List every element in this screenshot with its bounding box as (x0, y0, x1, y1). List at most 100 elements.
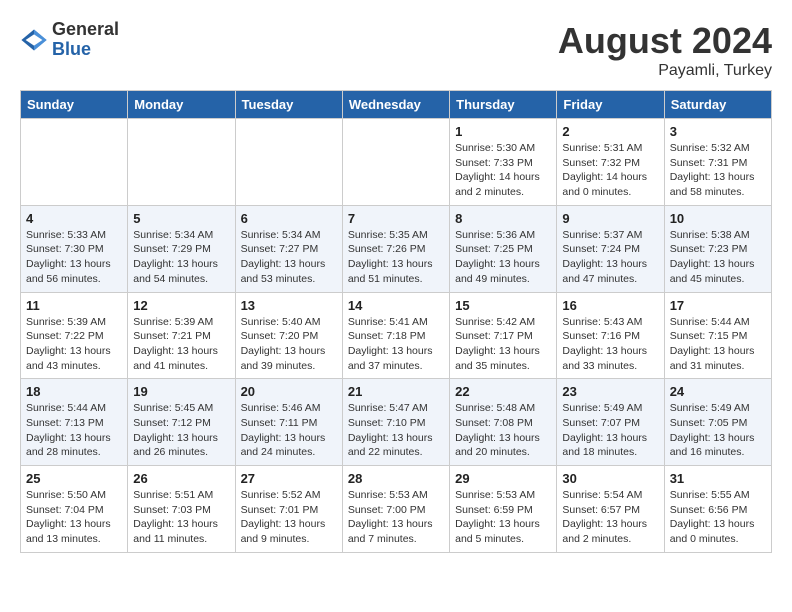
day-info: Sunrise: 5:34 AM Sunset: 7:27 PM Dayligh… (241, 228, 337, 287)
day-info: Sunrise: 5:39 AM Sunset: 7:22 PM Dayligh… (26, 315, 122, 374)
day-info: Sunrise: 5:33 AM Sunset: 7:30 PM Dayligh… (26, 228, 122, 287)
calendar-cell: 5Sunrise: 5:34 AM Sunset: 7:29 PM Daylig… (128, 205, 235, 292)
day-number: 14 (348, 298, 444, 313)
month-year: August 2024 (558, 20, 772, 62)
day-info: Sunrise: 5:48 AM Sunset: 7:08 PM Dayligh… (455, 401, 551, 460)
day-number: 8 (455, 211, 551, 226)
day-info: Sunrise: 5:44 AM Sunset: 7:13 PM Dayligh… (26, 401, 122, 460)
page-header: General Blue August 2024 Payamli, Turkey (20, 20, 772, 80)
calendar-table: SundayMondayTuesdayWednesdayThursdayFrid… (20, 90, 772, 553)
day-number: 17 (670, 298, 766, 313)
day-number: 11 (26, 298, 122, 313)
calendar-cell: 2 Sunrise: 5:31 AM Sunset: 7:32 PM Daylig… (557, 119, 664, 206)
calendar-cell: 7 Sunrise: 5:35 AM Sunset: 7:26 PM Daylig… (342, 205, 449, 292)
day-number: 2 (562, 124, 658, 139)
calendar-cell: 14Sunrise: 5:41 AM Sunset: 7:18 PM Dayli… (342, 292, 449, 379)
calendar-cell (128, 119, 235, 206)
day-number: 21 (348, 384, 444, 399)
day-number: 9 (562, 211, 658, 226)
calendar-cell: 10 Sunrise: 5:38 AM Sunset: 7:23 PM Dayli… (664, 205, 771, 292)
calendar-cell: 20 Sunrise: 5:46 AM Sunset: 7:11 PM Dayli… (235, 379, 342, 466)
day-number: 23 (562, 384, 658, 399)
calendar-week-row: 11 Sunrise: 5:39 AM Sunset: 7:22 PM Dayli… (21, 292, 772, 379)
weekday-header: Saturday (664, 91, 771, 119)
day-info: Sunrise: 5:44 AM Sunset: 7:15 PM Dayligh… (670, 315, 766, 374)
day-number: 10 (670, 211, 766, 226)
day-number: 15 (455, 298, 551, 313)
calendar-cell: 25 Sunrise: 5:50 AM Sunset: 7:04 PM Dayli… (21, 466, 128, 553)
day-info: Sunrise: 5:45 AM Sunset: 7:12 PM Dayligh… (133, 401, 229, 460)
day-number: 1 (455, 124, 551, 139)
calendar-cell (342, 119, 449, 206)
day-info: Sunrise: 5:30 AM Sunset: 7:33 PM Dayligh… (455, 141, 551, 200)
logo: General Blue (20, 20, 119, 60)
logo-blue: Blue (52, 40, 119, 60)
day-number: 5 (133, 211, 229, 226)
weekday-header-row: SundayMondayTuesdayWednesdayThursdayFrid… (21, 91, 772, 119)
day-info: Sunrise: 5:46 AM Sunset: 7:11 PM Dayligh… (241, 401, 337, 460)
day-info: Sunrise: 5:50 AM Sunset: 7:04 PM Dayligh… (26, 488, 122, 547)
day-info: Sunrise: 5:38 AM Sunset: 7:23 PM Dayligh… (670, 228, 766, 287)
calendar-cell: 3Sunrise: 5:32 AM Sunset: 7:31 PM Daylig… (664, 119, 771, 206)
calendar-cell (21, 119, 128, 206)
calendar-cell: 16Sunrise: 5:43 AM Sunset: 7:16 PM Dayli… (557, 292, 664, 379)
day-number: 7 (348, 211, 444, 226)
day-info: Sunrise: 5:53 AM Sunset: 6:59 PM Dayligh… (455, 488, 551, 547)
day-info: Sunrise: 5:49 AM Sunset: 7:05 PM Dayligh… (670, 401, 766, 460)
day-info: Sunrise: 5:43 AM Sunset: 7:16 PM Dayligh… (562, 315, 658, 374)
logo-icon (20, 26, 48, 54)
day-info: Sunrise: 5:52 AM Sunset: 7:01 PM Dayligh… (241, 488, 337, 547)
day-number: 28 (348, 471, 444, 486)
day-info: Sunrise: 5:47 AM Sunset: 7:10 PM Dayligh… (348, 401, 444, 460)
title-block: August 2024 Payamli, Turkey (558, 20, 772, 80)
calendar-cell (235, 119, 342, 206)
day-number: 26 (133, 471, 229, 486)
day-info: Sunrise: 5:31 AM Sunset: 7:32 PM Dayligh… (562, 141, 658, 200)
calendar-cell: 12 Sunrise: 5:39 AM Sunset: 7:21 PM Dayli… (128, 292, 235, 379)
weekday-header: Wednesday (342, 91, 449, 119)
calendar-cell: 22 Sunrise: 5:48 AM Sunset: 7:08 PM Dayli… (450, 379, 557, 466)
day-number: 18 (26, 384, 122, 399)
day-info: Sunrise: 5:36 AM Sunset: 7:25 PM Dayligh… (455, 228, 551, 287)
day-number: 6 (241, 211, 337, 226)
day-number: 24 (670, 384, 766, 399)
day-number: 20 (241, 384, 337, 399)
calendar-cell: 19 Sunrise: 5:45 AM Sunset: 7:12 PM Dayli… (128, 379, 235, 466)
calendar-cell: 1 Sunrise: 5:30 AM Sunset: 7:33 PM Daylig… (450, 119, 557, 206)
calendar-cell: 26Sunrise: 5:51 AM Sunset: 7:03 PM Dayli… (128, 466, 235, 553)
day-number: 25 (26, 471, 122, 486)
day-info: Sunrise: 5:55 AM Sunset: 6:56 PM Dayligh… (670, 488, 766, 547)
day-number: 27 (241, 471, 337, 486)
calendar-week-row: 18 Sunrise: 5:44 AM Sunset: 7:13 PM Dayli… (21, 379, 772, 466)
logo-general: General (52, 20, 119, 40)
day-number: 4 (26, 211, 122, 226)
day-number: 12 (133, 298, 229, 313)
day-info: Sunrise: 5:37 AM Sunset: 7:24 PM Dayligh… (562, 228, 658, 287)
weekday-header: Sunday (21, 91, 128, 119)
calendar-cell: 8 Sunrise: 5:36 AM Sunset: 7:25 PM Daylig… (450, 205, 557, 292)
calendar-week-row: 4 Sunrise: 5:33 AM Sunset: 7:30 PM Daylig… (21, 205, 772, 292)
calendar-cell: 21 Sunrise: 5:47 AM Sunset: 7:10 PM Dayli… (342, 379, 449, 466)
weekday-header: Monday (128, 91, 235, 119)
weekday-header: Tuesday (235, 91, 342, 119)
day-info: Sunrise: 5:35 AM Sunset: 7:26 PM Dayligh… (348, 228, 444, 287)
calendar-cell: 24 Sunrise: 5:49 AM Sunset: 7:05 PM Dayli… (664, 379, 771, 466)
day-number: 22 (455, 384, 551, 399)
calendar-week-row: 25 Sunrise: 5:50 AM Sunset: 7:04 PM Dayli… (21, 466, 772, 553)
day-info: Sunrise: 5:39 AM Sunset: 7:21 PM Dayligh… (133, 315, 229, 374)
day-info: Sunrise: 5:40 AM Sunset: 7:20 PM Dayligh… (241, 315, 337, 374)
calendar-cell: 29Sunrise: 5:53 AM Sunset: 6:59 PM Dayli… (450, 466, 557, 553)
weekday-header: Thursday (450, 91, 557, 119)
calendar-cell: 18 Sunrise: 5:44 AM Sunset: 7:13 PM Dayli… (21, 379, 128, 466)
weekday-header: Friday (557, 91, 664, 119)
day-number: 19 (133, 384, 229, 399)
calendar-week-row: 1 Sunrise: 5:30 AM Sunset: 7:33 PM Daylig… (21, 119, 772, 206)
calendar-cell: 17 Sunrise: 5:44 AM Sunset: 7:15 PM Dayli… (664, 292, 771, 379)
day-info: Sunrise: 5:54 AM Sunset: 6:57 PM Dayligh… (562, 488, 658, 547)
calendar-cell: 15 Sunrise: 5:42 AM Sunset: 7:17 PM Dayli… (450, 292, 557, 379)
calendar-cell: 6 Sunrise: 5:34 AM Sunset: 7:27 PM Daylig… (235, 205, 342, 292)
day-info: Sunrise: 5:42 AM Sunset: 7:17 PM Dayligh… (455, 315, 551, 374)
calendar-cell: 11 Sunrise: 5:39 AM Sunset: 7:22 PM Dayli… (21, 292, 128, 379)
calendar-cell: 9 Sunrise: 5:37 AM Sunset: 7:24 PM Daylig… (557, 205, 664, 292)
calendar-cell: 30Sunrise: 5:54 AM Sunset: 6:57 PM Dayli… (557, 466, 664, 553)
